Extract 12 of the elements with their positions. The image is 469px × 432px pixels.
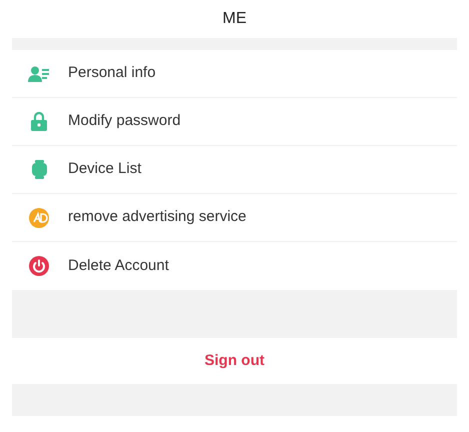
profile-card-icon — [28, 66, 50, 82]
menu-item[interactable]: remove advertising service — [12, 194, 457, 242]
menu-item[interactable]: Modify password — [12, 98, 457, 146]
padlock-icon — [31, 112, 47, 131]
power-icon — [29, 256, 49, 276]
ad-badge-icon — [29, 208, 49, 228]
menu-item[interactable]: Delete Account — [12, 242, 457, 290]
menu-item[interactable]: Personal info — [12, 50, 457, 98]
sign-out-button[interactable]: Sign out — [204, 350, 264, 372]
watch-icon — [32, 160, 46, 179]
page-title: ME — [222, 9, 246, 29]
menu-item[interactable]: Device List — [12, 146, 457, 194]
